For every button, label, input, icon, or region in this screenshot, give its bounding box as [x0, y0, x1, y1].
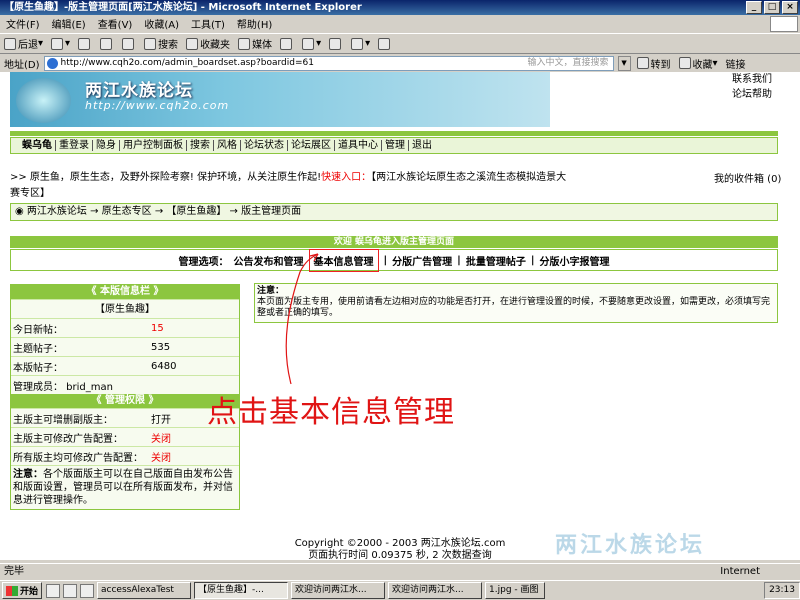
- menu-favorites[interactable]: 收藏(A): [144, 16, 179, 31]
- edit-button[interactable]: ▾: [351, 37, 370, 50]
- menu-tools[interactable]: 工具(T): [191, 16, 225, 31]
- exec-time: 页面执行时间 0.09375 秒, 2 次数据查询: [308, 550, 492, 560]
- status-bar: 完毕 Internet: [0, 563, 800, 578]
- annotation-arrow: [285, 253, 319, 385]
- discuss-icon: [378, 37, 391, 50]
- stop-icon: [78, 37, 91, 50]
- mail-button[interactable]: ▾: [302, 37, 321, 50]
- address-label: 地址(D): [4, 59, 40, 71]
- address-dropdown[interactable]: ▼: [617, 55, 631, 71]
- history-button[interactable]: [280, 37, 294, 50]
- menu-file[interactable]: 文件(F): [6, 16, 40, 31]
- media-icon: [238, 37, 251, 50]
- home-icon: [122, 37, 135, 50]
- ie-page-icon: [46, 57, 58, 69]
- print-icon: [329, 37, 342, 50]
- search-icon: [144, 37, 157, 50]
- footer: Copyright ©2000 - 2003 两江水族论坛.com 页面执行时间…: [0, 538, 800, 560]
- page-content: 两江水族论坛 http://www.cqh2o.com 联系我们 论坛帮助 蜈乌…: [0, 72, 800, 560]
- mail-icon: [302, 37, 315, 50]
- menu-bar: 文件(F) 编辑(E) 查看(V) 收藏(A) 工具(T) 帮助(H): [0, 15, 800, 32]
- windows-flag-icon: [6, 585, 18, 596]
- go-button[interactable]: 转到: [636, 56, 671, 71]
- forward-arrow-icon: [51, 37, 64, 50]
- menu-help[interactable]: 帮助(H): [237, 16, 272, 31]
- star-icon: [186, 37, 199, 50]
- plus-icon: [678, 57, 691, 69]
- toolbar: 后退 ▾ ▾ 搜索 收藏夹 媒体 ▾ ▾: [0, 33, 800, 54]
- discuss-button[interactable]: [378, 37, 392, 50]
- address-input[interactable]: http://www.cqh2o.com/admin_boardset.asp?…: [43, 55, 614, 71]
- windows-logo-icon: [770, 16, 798, 32]
- quicklaunch-desktop-icon[interactable]: [63, 583, 78, 598]
- quicklaunch-ie-icon[interactable]: [46, 583, 61, 598]
- back-arrow-icon: [4, 37, 16, 50]
- edit-icon: [351, 37, 364, 50]
- annotation-text: 点击基本信息管理: [207, 395, 455, 430]
- menu-view[interactable]: 查看(V): [98, 16, 133, 31]
- maximize-button[interactable]: □: [764, 1, 780, 14]
- status-text: 完毕: [4, 566, 24, 577]
- refresh-icon: [100, 37, 113, 50]
- links-button[interactable]: 链接: [726, 56, 746, 71]
- search-hint: 输入中文，直接搜索: [527, 57, 609, 68]
- task-ie-3[interactable]: 欢迎访问两江水...: [388, 582, 483, 599]
- history-icon: [280, 37, 293, 50]
- start-button[interactable]: 开始: [2, 582, 43, 599]
- media-button[interactable]: 媒体: [238, 36, 272, 51]
- taskbar: 开始 accessAlexaTest 【原生鱼趣】-... 欢迎访问两江水...…: [0, 580, 800, 600]
- search-button[interactable]: 搜索: [144, 36, 178, 51]
- task-ie-2[interactable]: 欢迎访问两江水...: [291, 582, 386, 599]
- menu-edit[interactable]: 编辑(E): [52, 16, 86, 31]
- stop-button[interactable]: [78, 37, 92, 50]
- task-ie-active[interactable]: 【原生鱼趣】-...: [194, 582, 289, 599]
- minimize-button[interactable]: _: [746, 1, 762, 14]
- fav-add-button[interactable]: 收藏 ▾: [678, 56, 718, 71]
- forward-button[interactable]: ▾: [51, 37, 70, 50]
- favorites-button[interactable]: 收藏夹: [186, 36, 230, 51]
- task-paint[interactable]: 1.jpg - 画图: [485, 582, 546, 599]
- task-folder[interactable]: accessAlexaTest: [97, 582, 192, 599]
- quicklaunch-outlook-icon[interactable]: [80, 583, 95, 598]
- home-button[interactable]: [122, 37, 136, 50]
- system-tray-clock: 23:13: [764, 582, 800, 599]
- copyright-text: Copyright ©2000 - 2003 两江水族论坛.com: [294, 538, 506, 549]
- back-button[interactable]: 后退 ▾: [4, 36, 43, 51]
- print-button[interactable]: [329, 37, 343, 50]
- address-bar: 地址(D) http://www.cqh2o.com/admin_boardse…: [0, 54, 800, 72]
- go-arrow-icon: [636, 57, 649, 69]
- window-title: 【原生鱼趣】-版主管理页面[两江水族论坛] - Microsoft Intern…: [0, 0, 800, 15]
- status-zone: Internet: [720, 566, 760, 577]
- refresh-button[interactable]: [100, 37, 114, 50]
- close-button[interactable]: ×: [782, 1, 798, 14]
